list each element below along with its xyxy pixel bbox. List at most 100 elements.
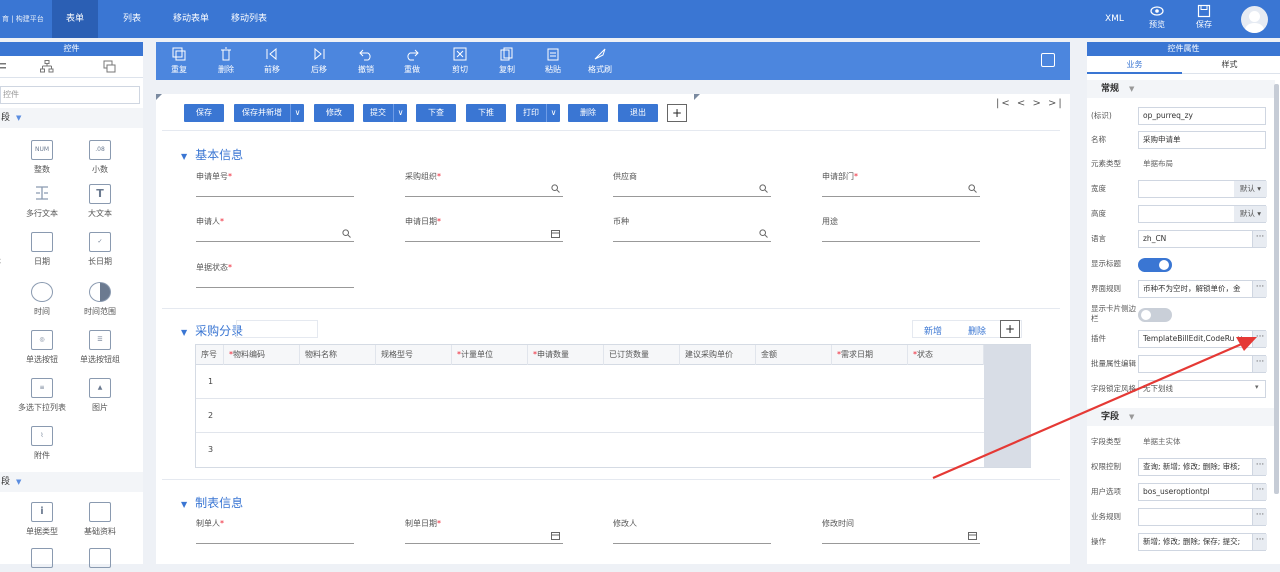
property-scrollbar[interactable] [1274,84,1279,494]
form-exit-button[interactable]: 退出 [618,104,658,122]
tab-form[interactable]: 表单 [52,0,98,38]
grid-col[interactable]: 规格型号 [376,345,452,365]
tab-style[interactable]: 样式 [1182,56,1277,74]
grid-col[interactable]: *计量单位 [452,345,528,365]
add-button[interactable]: + [667,104,687,122]
tool-cut[interactable]: 剪切 [444,47,476,75]
grid-col[interactable]: 金额 [756,345,832,365]
ellipsis-button[interactable]: ··· [1252,331,1267,347]
ui-rules-input[interactable]: 币种不为空时，解锁单价，金 [1138,280,1266,298]
section-field[interactable]: 字段 ▼ [1087,408,1275,426]
tool-undo[interactable]: 撤销 [350,47,382,75]
form-submit-button[interactable]: 提交 ∨ [363,104,407,122]
tool-paste[interactable]: 粘贴 [537,47,569,75]
control-bill-type[interactable]: i 单据类型 [17,502,67,537]
height-default-select[interactable]: 默认 ▾ [1234,206,1267,222]
control-multiline-text[interactable]: 多行文本 [17,184,67,219]
group-header-basic[interactable]: 段 ▼ [0,108,143,128]
table-row[interactable]: 1 [196,365,984,399]
control-more-2[interactable] [75,548,125,572]
field-currency[interactable]: 币种 [613,216,771,242]
control-radio-button[interactable]: ◎ 单选按钮 [17,330,67,365]
search-icon[interactable] [968,184,977,193]
form-save-new-button[interactable]: 保存并新增 ∨ [234,104,304,122]
ellipsis-button[interactable]: ··· [1252,459,1267,475]
save-top-button[interactable]: 保存 [1189,4,1219,30]
form-push-down-button[interactable]: 下推 [466,104,506,122]
chevron-down-icon[interactable]: ∨ [393,104,407,122]
layers-icon[interactable] [103,60,117,74]
xml-button[interactable]: XML [1105,0,1124,38]
field-create-date[interactable]: 制单日期* [405,518,563,544]
user-avatar[interactable] [1241,6,1268,33]
control-base-data[interactable]: 基础资料 [75,502,125,537]
tool-copy[interactable]: 复制 [491,47,523,75]
identifier-input[interactable]: op_purreq_zy [1138,107,1266,125]
chevron-down-icon[interactable]: ∨ [546,104,560,122]
field-modifier[interactable]: 修改人 [613,518,771,544]
form-print-button[interactable]: 打印 ∨ [516,104,560,122]
grid-col[interactable]: *物料编码 [224,345,300,365]
control-radio-group[interactable]: ☰ 单选按钮组 [75,330,125,365]
field-request-date[interactable]: 申请日期* [405,216,563,242]
tool-duplicate[interactable]: 重复 [163,47,195,75]
grid-col[interactable]: *状态 [908,345,984,365]
control-decimal[interactable]: .08 小数 [75,140,125,175]
section-purchase-entry[interactable]: ▼ 采购分录 [181,322,243,339]
control-time[interactable]: 时间 [17,282,67,317]
grid-col[interactable]: 已订货数量 [604,345,680,365]
group-header-advanced[interactable]: 段 ▼ [0,472,143,492]
show-sidebar-toggle[interactable] [1138,308,1172,322]
grid-plus-button[interactable]: + [1000,320,1020,338]
user-options-input[interactable]: bos_useroptiontpl [1138,483,1266,501]
calendar-icon[interactable] [551,229,560,238]
control-attachment[interactable]: ⌇ 附件 [17,426,67,461]
grid-col[interactable]: *需求日期 [832,345,908,365]
field-modify-time[interactable]: 修改时间 [822,518,980,544]
record-navigator[interactable]: |< < > >| [996,98,1064,109]
search-icon[interactable] [759,229,768,238]
section-basic-info[interactable]: ▼ 基本信息 [181,146,243,163]
search-icon[interactable] [551,184,560,193]
permission-input[interactable]: 查询; 新增; 修改; 删除; 审核; [1138,458,1266,476]
ellipsis-button[interactable]: ··· [1252,356,1267,372]
table-row[interactable]: 2 [196,399,984,433]
field-purpose[interactable]: 用途 [822,216,980,242]
control-large-text[interactable]: T 大文本 [75,184,125,219]
tree-icon[interactable] [40,60,54,74]
tab-business[interactable]: 业务 [1087,56,1182,74]
business-rules-input[interactable] [1138,508,1266,526]
field-requester[interactable]: 申请人* [196,216,354,242]
preview-button[interactable]: 预览 [1142,4,1172,30]
field-purchase-org[interactable]: 采购组织* [405,171,563,197]
grid-col[interactable]: 物料名称 [300,345,376,365]
ellipsis-button[interactable]: ··· [1252,484,1267,500]
language-input[interactable]: zh_CN [1138,230,1266,248]
ellipsis-button[interactable]: ··· [1252,231,1267,247]
field-request-dept[interactable]: 申请部门* [822,171,980,197]
chevron-down-icon[interactable]: ∨ [290,104,304,122]
section-general[interactable]: 常规 ▼ [1087,80,1275,98]
tool-move-forward[interactable]: 前移 [256,47,288,75]
search-icon[interactable] [759,184,768,193]
field-creator[interactable]: 制单人* [196,518,354,544]
form-delete-button[interactable]: 删除 [568,104,608,122]
grid-scroll-area[interactable] [984,345,1031,467]
batch-edit-input[interactable] [1138,355,1266,373]
form-query-down-button[interactable]: 下查 [416,104,456,122]
control-more-1[interactable] [17,548,67,572]
fullscreen-icon[interactable] [1041,53,1055,67]
grid-add-button[interactable]: 新增 [924,324,942,337]
grid-col[interactable]: 建议采购单价 [680,345,756,365]
field-bill-status[interactable]: 单据状态* [196,262,354,288]
field-supplier[interactable]: 供应商 [613,171,771,197]
section-maker-info[interactable]: ▼ 制表信息 [181,494,243,511]
grid-delete-button[interactable]: 删除 [968,324,986,337]
control-search-input[interactable]: 控件 [0,86,140,104]
field-request-no[interactable]: 申请单号* [196,171,354,197]
form-save-button[interactable]: 保存 [184,104,224,122]
tool-delete[interactable]: 删除 [210,47,242,75]
tool-redo[interactable]: 重做 [396,47,428,75]
tool-move-back[interactable]: 后移 [303,47,335,75]
table-row[interactable]: 3 [196,433,984,467]
